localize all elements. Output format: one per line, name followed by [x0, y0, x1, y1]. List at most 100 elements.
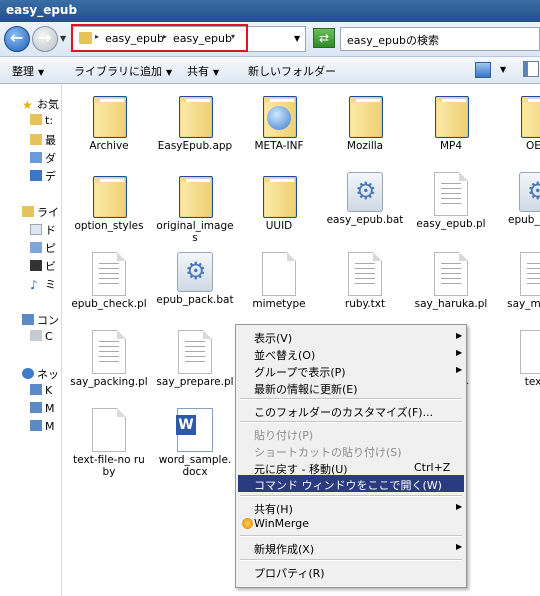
file-label: META-INF — [254, 140, 304, 152]
nav-favorites-label: お気 — [37, 98, 59, 111]
share-button[interactable]: 共有 ▼ — [187, 63, 219, 79]
file-item[interactable]: easy_epub.pl — [412, 172, 490, 230]
history-dropdown-icon[interactable]: ▼ — [60, 34, 66, 43]
file-item[interactable]: text- — [498, 330, 540, 388]
file-item[interactable]: say_haruka.pl — [412, 252, 490, 310]
file-item[interactable]: Mozilla — [326, 92, 404, 152]
file-item[interactable]: META-INF — [240, 92, 318, 152]
file-item[interactable]: say_packing.pl — [70, 330, 148, 388]
menu-item-open-command-window[interactable]: コマンド ウィンドウをここで開く(W) — [238, 475, 464, 492]
chevron-down-icon[interactable]: ▼ — [500, 65, 506, 74]
menu-item-winmerge[interactable]: WinMerge — [238, 515, 464, 532]
file-label: word_sample.docx — [158, 454, 232, 478]
folder-icon — [261, 172, 297, 218]
organize-button[interactable]: 整理 ▼ — [12, 63, 44, 79]
computer-icon — [30, 384, 42, 395]
file-label: epub_c bat — [507, 214, 540, 226]
nav-library[interactable]: ライ — [22, 204, 59, 220]
file-item[interactable]: say_ma a.p — [498, 252, 540, 310]
file-item[interactable]: EasyEpub.app — [156, 92, 234, 152]
file-item[interactable]: OEB — [498, 92, 540, 152]
file-label: MP4 — [439, 140, 463, 152]
nav-item[interactable]: ビ — [30, 258, 56, 274]
nav-item[interactable]: デ — [30, 168, 56, 184]
view-options-icon[interactable] — [475, 62, 491, 78]
menu-item-refresh[interactable]: 最新の情報に更新(E) — [238, 379, 464, 396]
file-label: option_styles — [74, 220, 144, 232]
file-item[interactable]: say_prepare.pl — [156, 330, 234, 388]
add-to-library-button[interactable]: ライブラリに追加 ▼ — [74, 63, 172, 79]
menu-item-view[interactable]: 表示(V) ▶ — [238, 328, 464, 345]
menu-item-new[interactable]: 新規作成(X) ▶ — [238, 539, 464, 556]
chevron-down-icon: ▼ — [38, 68, 45, 77]
nav-item-label: K — [45, 384, 53, 397]
nav-item[interactable]: ド — [30, 222, 56, 238]
nav-computer[interactable]: コン — [22, 312, 59, 328]
menu-item-paste[interactable]: 貼り付け(P) — [238, 425, 464, 442]
refresh-button[interactable]: ⇄ — [313, 28, 335, 48]
submenu-arrow-icon: ▶ — [456, 502, 463, 511]
forward-button[interactable]: → — [32, 26, 58, 52]
file-item[interactable]: original_images — [156, 172, 234, 244]
music-icon: ♪ — [30, 278, 38, 292]
menu-item-undo[interactable]: 元に戻す - 移動(U) Ctrl+Z — [238, 459, 464, 476]
file-item[interactable]: option_styles — [70, 172, 148, 232]
library-label: ライブラリに追加 — [74, 65, 162, 78]
menu-item-share[interactable]: 共有(H) ▶ — [238, 499, 464, 516]
menu-item-paste-shortcut[interactable]: ショートカットの貼り付け(S) — [238, 442, 464, 459]
file-item[interactable]: UUID — [240, 172, 318, 232]
file-item[interactable]: ⚙ epub_c bat — [498, 172, 540, 226]
path-dropdown-icon[interactable]: ▼ — [294, 34, 300, 43]
file-item[interactable]: mimetype — [240, 252, 318, 310]
search-input[interactable]: easy_epubの検索 — [340, 27, 540, 51]
file-item[interactable]: ⚙ epub_pack.bat — [156, 252, 234, 306]
share-label: 共有 — [187, 65, 209, 78]
nav-network[interactable]: ネッ — [22, 366, 59, 382]
nav-item[interactable]: M — [30, 420, 55, 433]
menu-item-properties[interactable]: プロパティ(R) — [238, 563, 464, 580]
nav-item[interactable]: ピ — [30, 240, 56, 256]
file-item[interactable]: epub_check.pl — [70, 252, 148, 310]
menu-label: グループで表示(P) — [254, 366, 346, 379]
menu-item-sort[interactable]: 並べ替え(O) ▶ — [238, 345, 464, 362]
text-file-icon — [434, 172, 468, 216]
file-label: OEB — [525, 140, 540, 152]
new-folder-button[interactable]: 新しいフォルダー — [248, 63, 336, 79]
file-label: say_ma a.p — [507, 298, 540, 310]
menu-item-customize[interactable]: このフォルダーのカスタマイズ(F)... — [238, 402, 464, 419]
address-bar: ← → ▼ ▸ easy_epub ▸ easy_epub ▾ ▼ ⇄ easy… — [0, 22, 540, 57]
file-item[interactable]: text-file-no ruby — [70, 408, 148, 478]
nav-item[interactable]: t: — [30, 114, 53, 127]
nav-item[interactable]: ダ — [30, 150, 56, 166]
nav-item[interactable]: ♪ ミ — [30, 276, 56, 292]
nav-item-label: ピ — [45, 242, 56, 255]
file-item[interactable]: ⚙ easy_epub.bat — [326, 172, 404, 226]
safari-icon — [267, 106, 291, 130]
file-item[interactable]: ruby.txt — [326, 252, 404, 310]
file-item[interactable]: MP4 — [412, 92, 490, 152]
nav-item[interactable]: C — [30, 330, 53, 343]
file-item[interactable]: W word_sample.docx — [156, 408, 234, 478]
computer-icon — [30, 402, 42, 413]
text-file-icon — [434, 252, 468, 296]
nav-item[interactable]: M — [30, 402, 55, 415]
context-menu: 表示(V) ▶ 並べ替え(O) ▶ グループで表示(P) ▶ 最新の情報に更新(E) … — [235, 324, 467, 588]
folder-icon — [91, 92, 127, 138]
submenu-arrow-icon: ▶ — [456, 348, 463, 357]
file-label: say_packing.pl — [70, 376, 148, 388]
nav-item[interactable]: 最 — [30, 132, 56, 148]
computer-icon — [22, 314, 34, 325]
batch-file-icon: ⚙ — [347, 172, 383, 212]
preview-pane-icon[interactable] — [523, 61, 539, 77]
file-label: Mozilla — [346, 140, 384, 152]
nav-item-label: ダ — [45, 152, 56, 165]
menu-item-group[interactable]: グループで表示(P) ▶ — [238, 362, 464, 379]
blank-file-icon — [92, 408, 126, 452]
nav-favorites[interactable]: ★ お気 — [22, 96, 59, 112]
computer-icon — [30, 420, 42, 431]
file-item[interactable]: Archive — [70, 92, 148, 152]
back-button[interactable]: ← — [4, 26, 30, 52]
submenu-arrow-icon: ▶ — [456, 542, 463, 551]
nav-item[interactable]: K — [30, 384, 52, 397]
file-label: easy_epub.pl — [416, 218, 486, 230]
